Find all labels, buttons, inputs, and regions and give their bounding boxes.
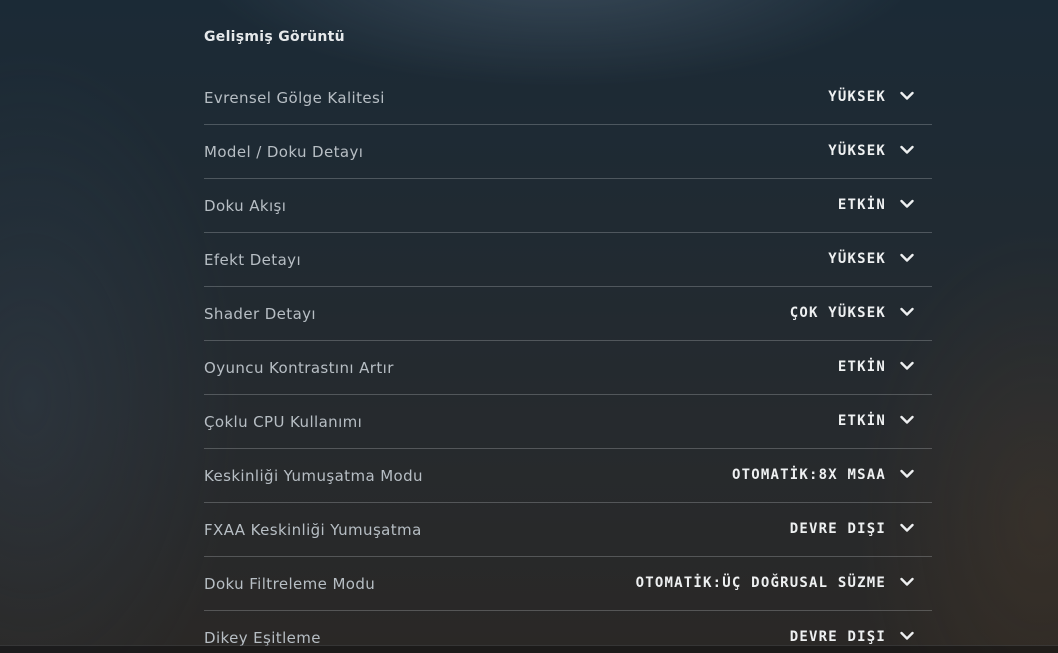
setting-value-dropdown[interactable]: ETKİN	[838, 197, 886, 213]
settings-list: Evrensel Gölge Kalitesi YÜKSEK Model / D…	[204, 71, 932, 653]
setting-value-dropdown[interactable]: YÜKSEK	[828, 251, 886, 267]
chevron-down-icon[interactable]	[900, 253, 914, 263]
setting-row-boost-player-contrast[interactable]: Oyuncu Kontrastını Artır ETKİN	[204, 341, 932, 395]
section-title: Gelişmiş Görüntü	[204, 29, 345, 45]
setting-label: Model / Doku Detayı	[204, 143, 364, 161]
setting-label: Evrensel Gölge Kalitesi	[204, 89, 385, 107]
chevron-down-icon[interactable]	[900, 145, 914, 155]
setting-value-dropdown[interactable]: YÜKSEK	[828, 143, 886, 159]
chevron-down-icon[interactable]	[900, 469, 914, 479]
setting-label: Oyuncu Kontrastını Artır	[204, 359, 394, 377]
chevron-down-icon[interactable]	[900, 307, 914, 317]
setting-row-global-shadow-quality[interactable]: Evrensel Gölge Kalitesi YÜKSEK	[204, 71, 932, 125]
setting-row-effect-detail[interactable]: Efekt Detayı YÜKSEK	[204, 233, 932, 287]
setting-value-dropdown[interactable]: ÇOK YÜKSEK	[790, 305, 886, 321]
setting-label: Efekt Detayı	[204, 251, 302, 269]
chevron-down-icon[interactable]	[900, 361, 914, 371]
setting-label: Keskinliği Yumuşatma Modu	[204, 467, 423, 485]
setting-value-dropdown[interactable]: DEVRE DIŞI	[790, 629, 886, 645]
bottom-edge-bar	[0, 645, 1058, 653]
setting-row-multicore-rendering[interactable]: Çoklu CPU Kullanımı ETKİN	[204, 395, 932, 449]
setting-row-antialiasing-mode[interactable]: Keskinliği Yumuşatma Modu OTOMATİK:8X MS…	[204, 449, 932, 503]
chevron-down-icon[interactable]	[900, 523, 914, 533]
setting-label: Doku Filtreleme Modu	[204, 575, 376, 593]
advanced-video-panel: Gelişmiş Görüntü Evrensel Gölge Kalitesi…	[204, 0, 932, 653]
setting-value-dropdown[interactable]: ETKİN	[838, 359, 886, 375]
setting-label: FXAA Keskinliği Yumuşatma	[204, 521, 422, 539]
setting-label: Çoklu CPU Kullanımı	[204, 413, 363, 431]
setting-value-dropdown[interactable]: OTOMATİK:8X MSAA	[732, 467, 886, 483]
setting-row-texture-filtering-mode[interactable]: Doku Filtreleme Modu OTOMATİK:ÜÇ DOĞRUSA…	[204, 557, 932, 611]
setting-row-model-texture-detail[interactable]: Model / Doku Detayı YÜKSEK	[204, 125, 932, 179]
setting-value-dropdown[interactable]: DEVRE DIŞI	[790, 521, 886, 537]
chevron-down-icon[interactable]	[900, 415, 914, 425]
setting-row-texture-streaming[interactable]: Doku Akışı ETKİN	[204, 179, 932, 233]
setting-value-dropdown[interactable]: OTOMATİK:ÜÇ DOĞRUSAL SÜZME	[636, 575, 886, 591]
setting-label: Shader Detayı	[204, 305, 317, 323]
setting-value-dropdown[interactable]: ETKİN	[838, 413, 886, 429]
chevron-down-icon[interactable]	[900, 199, 914, 209]
chevron-down-icon[interactable]	[900, 577, 914, 587]
setting-label: Doku Akışı	[204, 197, 287, 215]
setting-value-dropdown[interactable]: YÜKSEK	[828, 89, 886, 105]
setting-row-shader-detail[interactable]: Shader Detayı ÇOK YÜKSEK	[204, 287, 932, 341]
chevron-down-icon[interactable]	[900, 91, 914, 101]
chevron-down-icon[interactable]	[900, 631, 914, 641]
setting-row-fxaa-antialiasing[interactable]: FXAA Keskinliği Yumuşatma DEVRE DIŞI	[204, 503, 932, 557]
